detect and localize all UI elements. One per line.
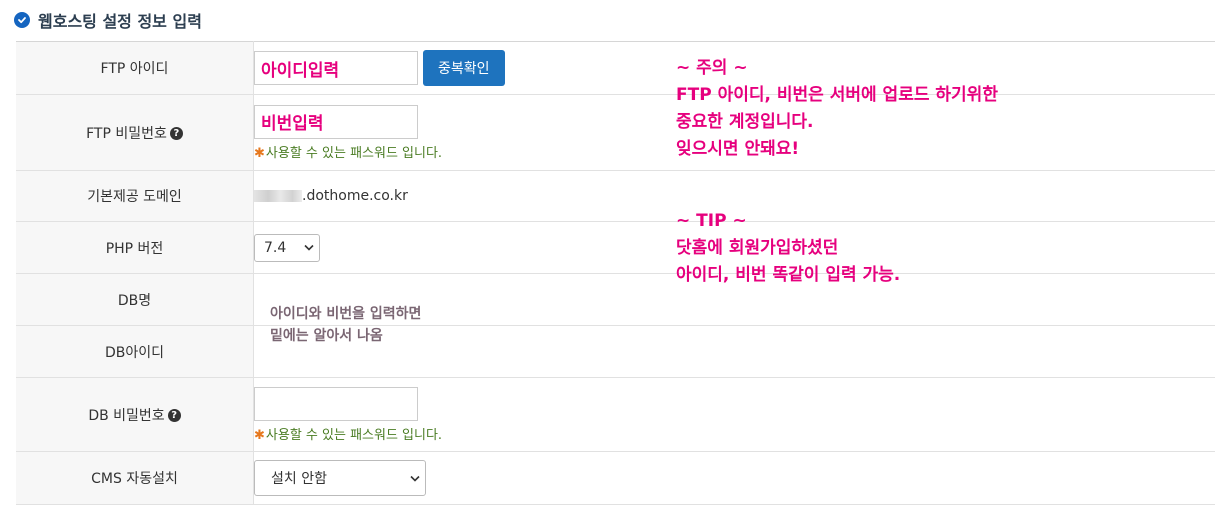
tip-annotation: ~ TIP ~ 닷홈에 회원가입하셨던 아이디, 비번 똑같이 입력 가능. bbox=[676, 211, 901, 285]
row-php: PHP 버전 7.4 bbox=[16, 221, 1215, 274]
check-circle-icon bbox=[14, 12, 30, 28]
row-db-name: DB명 bbox=[16, 273, 1215, 326]
ftp-pw-input[interactable]: 비번입력 bbox=[254, 104, 418, 139]
row-db-pw: DB 비밀번호? ✱사용할 수 있는 패스워드 입니다. bbox=[16, 377, 1215, 452]
db-pw-label: DB 비밀번호 bbox=[88, 407, 165, 424]
db-name-label: DB명 bbox=[16, 273, 254, 326]
php-version-select[interactable]: 7.4 bbox=[254, 233, 320, 262]
db-pw-input[interactable] bbox=[254, 386, 418, 421]
db-pw-hint: ✱사용할 수 있는 패스워드 입니다. bbox=[254, 427, 443, 443]
row-cms: CMS 자동설치 설치 안함 bbox=[16, 451, 1215, 505]
db-note-annotation: 아이디와 비번을 입력하면 밑에는 알아서 나옴 bbox=[270, 306, 422, 344]
ftp-id-label: FTP 아이디 bbox=[16, 41, 254, 95]
caution-annotation: ~ 주의 ~ FTP 아이디, 비번은 서버에 업로드 하기위한 중요한 계정입… bbox=[676, 58, 998, 159]
ftp-pw-label: FTP 비밀번호 bbox=[86, 125, 167, 142]
domain-value: .dothome.co.kr bbox=[302, 188, 408, 204]
chevron-down-icon bbox=[304, 244, 314, 251]
cms-install-select[interactable]: 설치 안함 bbox=[254, 460, 426, 496]
cms-label: CMS 자동설치 bbox=[16, 451, 254, 505]
section-title-text: 웹호스팅 설정 정보 입력 bbox=[38, 12, 202, 31]
db-id-label: DB아이디 bbox=[16, 325, 254, 378]
asterisk-icon: ✱ bbox=[254, 145, 265, 161]
row-db-id: DB아이디 bbox=[16, 325, 1215, 378]
row-ftp-id: FTP 아이디 아이디입력 중복확인 bbox=[16, 41, 1215, 95]
ftp-id-input[interactable]: 아이디입력 bbox=[254, 51, 418, 85]
chevron-down-icon bbox=[410, 475, 420, 482]
question-circle-icon[interactable]: ? bbox=[167, 409, 181, 422]
php-label: PHP 버전 bbox=[16, 221, 254, 274]
question-circle-icon[interactable]: ? bbox=[169, 127, 183, 140]
row-domain: 기본제공 도메인 .dothome.co.kr bbox=[16, 170, 1215, 222]
section-title: 웹호스팅 설정 정보 입력 bbox=[14, 9, 202, 31]
hosting-settings-form: FTP 아이디 아이디입력 중복확인 FTP 비밀번호? 비번입력 ✱사용할 수… bbox=[16, 41, 1215, 505]
check-duplicate-button[interactable]: 중복확인 bbox=[423, 50, 505, 86]
blurred-subdomain bbox=[254, 190, 302, 202]
row-ftp-pw: FTP 비밀번호? 비번입력 ✱사용할 수 있는 패스워드 입니다. bbox=[16, 94, 1215, 171]
domain-label: 기본제공 도메인 bbox=[16, 170, 254, 222]
asterisk-icon: ✱ bbox=[254, 427, 265, 443]
